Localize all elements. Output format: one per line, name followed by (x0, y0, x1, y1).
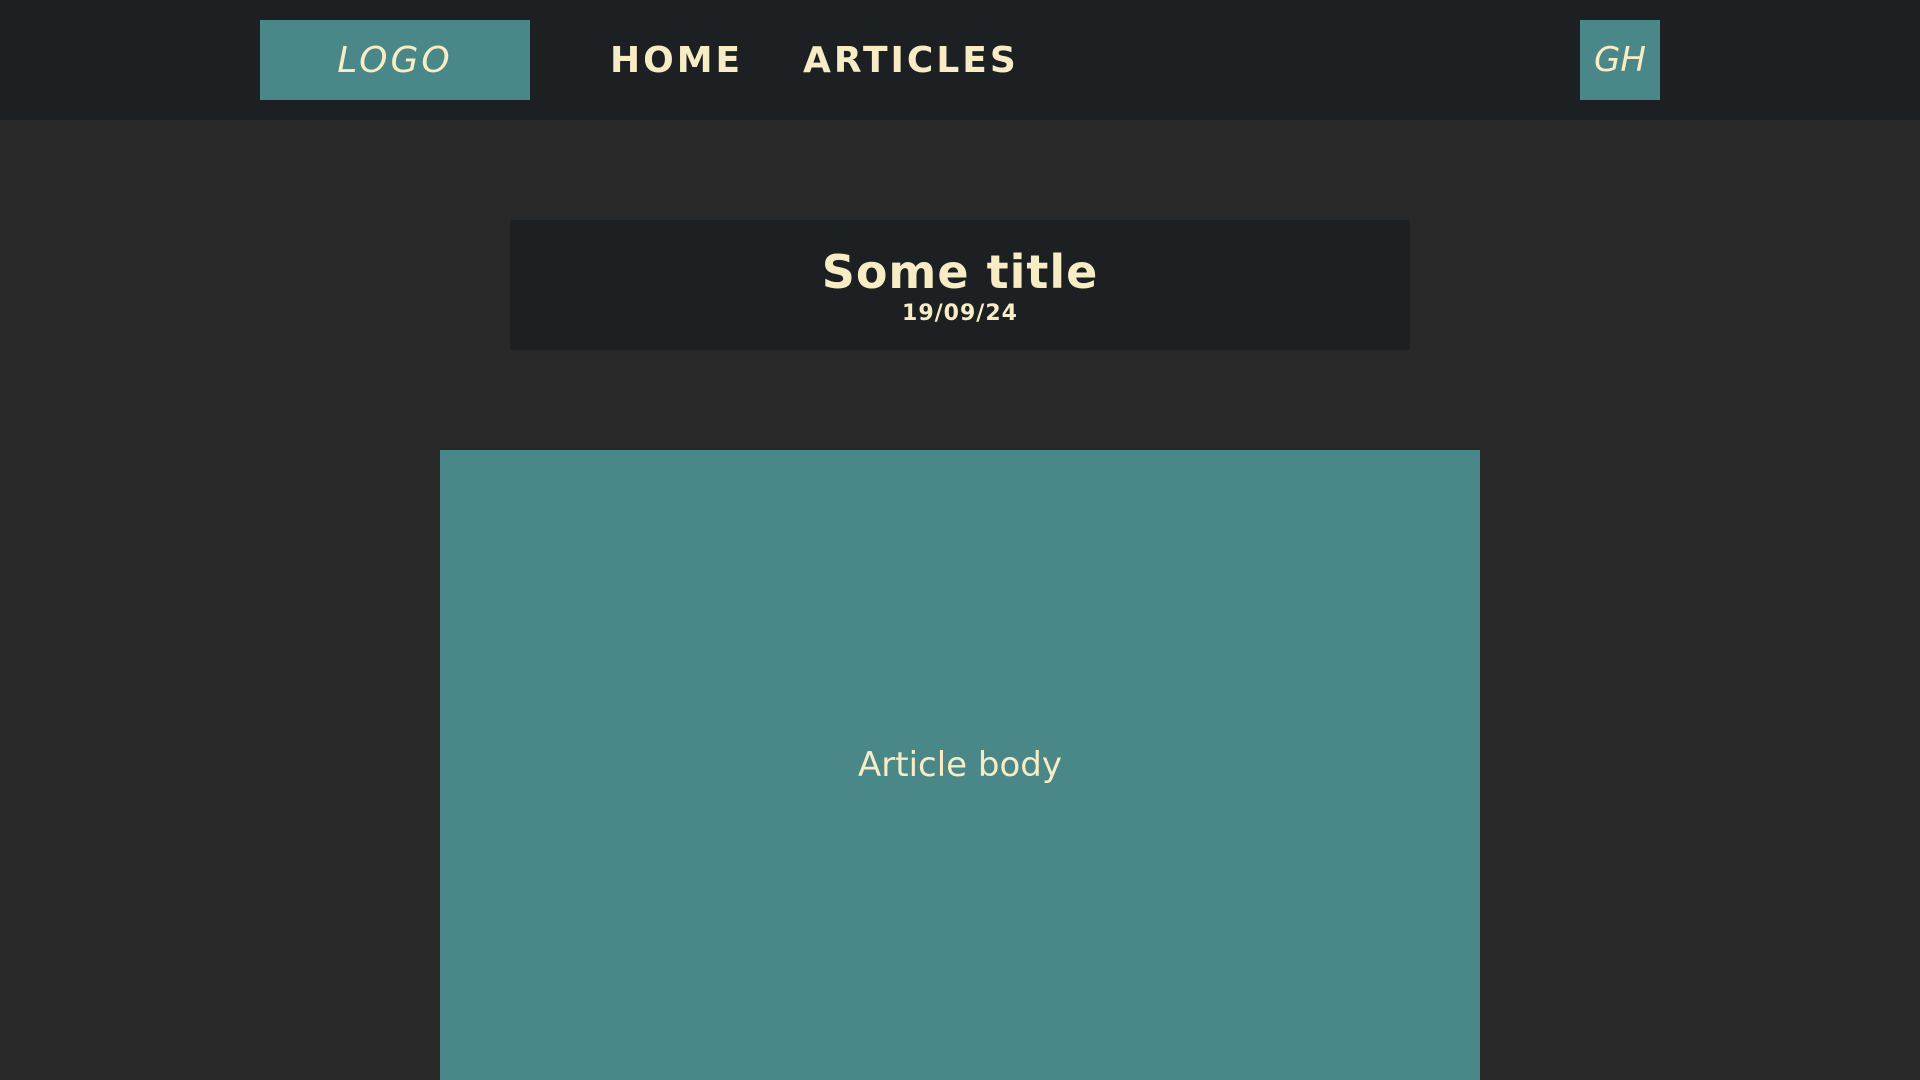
article-title: Some title (821, 244, 1099, 299)
logo[interactable]: LOGO (260, 20, 530, 100)
github-link[interactable]: GH (1580, 20, 1660, 100)
article-body-text: Article body (858, 745, 1062, 785)
nav-link-home[interactable]: HOME (610, 20, 743, 100)
article-body: Article body (440, 450, 1480, 1080)
top-navbar: LOGO HOME ARTICLES GH (0, 0, 1920, 120)
article-header: Some title 19/09/24 (510, 220, 1410, 350)
article-date: 19/09/24 (902, 300, 1018, 326)
nav-link-articles[interactable]: ARTICLES (803, 20, 1019, 100)
